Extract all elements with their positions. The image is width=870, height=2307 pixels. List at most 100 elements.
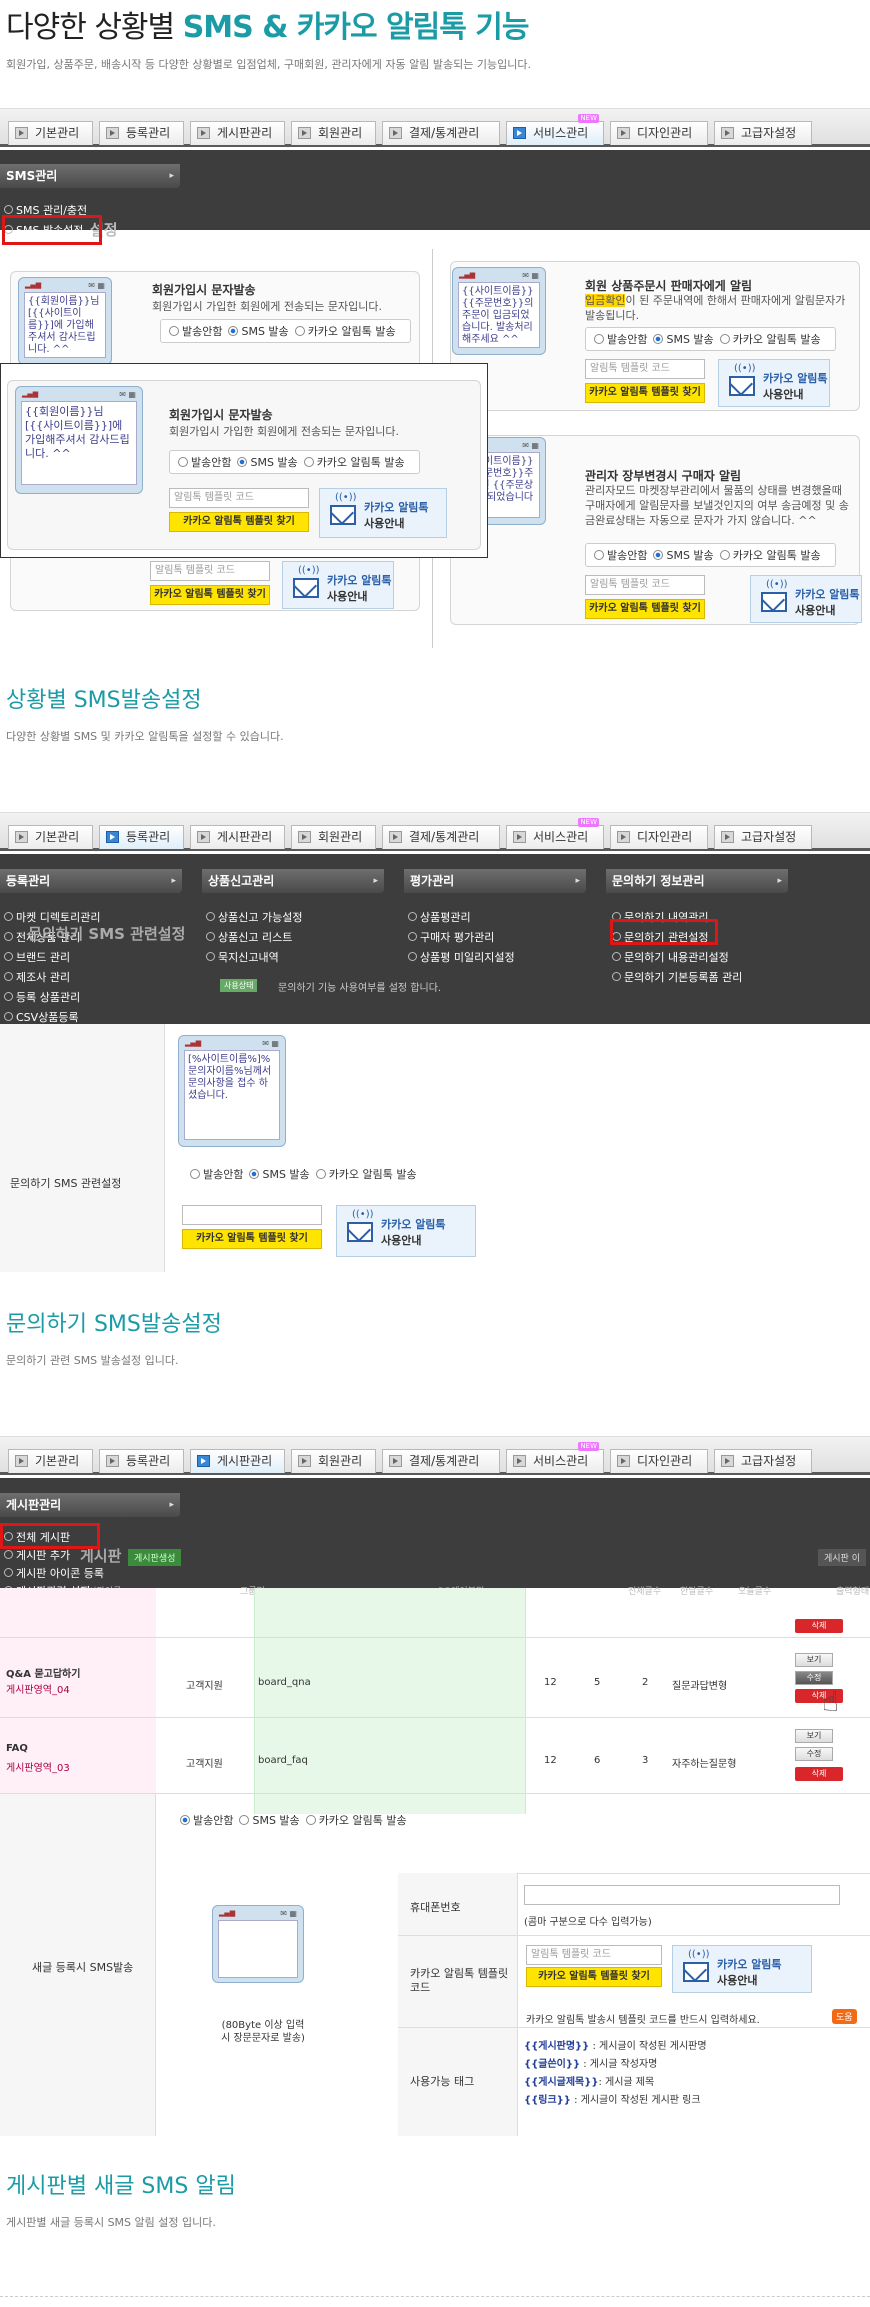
tab-payment-stats[interactable]: 결제/통계관리	[382, 825, 500, 849]
wifi-icon: ((•))	[734, 363, 756, 374]
new-badge: NEW	[578, 114, 599, 123]
template-code-input[interactable]	[182, 1205, 322, 1225]
arrow-icon	[389, 127, 402, 139]
tab-register[interactable]: 등록관리	[99, 825, 184, 849]
highlight-box	[2, 215, 102, 245]
tab-payment-stats[interactable]: 결제/통계관리	[382, 1449, 500, 1473]
tab-board[interactable]: 게시판관리	[190, 1449, 285, 1473]
arrow-icon	[617, 831, 630, 843]
radio-group: 발송안함 SMS 발송 카카오 알림톡 발송	[585, 327, 836, 351]
kakao-guide[interactable]: ((•)) 카카오 알림톡 사용안내	[718, 359, 830, 407]
wifi-icon: ((•))	[766, 579, 788, 590]
new-badge: NEW	[578, 1442, 599, 1451]
arrow-icon	[15, 127, 28, 139]
kakao-guide[interactable]: ((•)) 카카오 알림톡 사용안내	[282, 561, 394, 609]
tab-basic[interactable]: 기본관리	[8, 1449, 93, 1473]
kakao-guide[interactable]: ((•)) 카카오 알림톡 사용안내	[750, 575, 862, 623]
envelope-icon	[293, 578, 319, 598]
message-icon: ✉ ▦	[119, 390, 136, 399]
page-subtitle: 회원가입, 상품주문, 배송시작 등 다양한 상황별로 입점업체, 구매회원, …	[6, 58, 531, 71]
section-caption-sub: 다양한 상황별 SMS 및 카카오 알림톡을 설정할 수 있습니다.	[6, 730, 284, 743]
tab-advanced[interactable]: 고급자설정	[714, 825, 812, 849]
radio-group: 발송안함 SMS 발송 카카오 알림톡 발송	[169, 450, 420, 474]
envelope-icon	[761, 592, 787, 612]
section-caption: 상황별 SMS발송설정	[6, 688, 202, 713]
kakao-guide[interactable]: ((•)) 카카오 알림톡 사용안내	[319, 488, 447, 538]
phone-preview: ▂▄▆ ✉ ▦ {{회원이름}}님 [{{사이트이름}}]에 가입해주셔서 감사드립…	[18, 277, 112, 365]
message-icon: ✉ ▦	[262, 1039, 279, 1048]
arrow-icon	[721, 127, 734, 139]
tab-service[interactable]: 서비스관리 NEW	[506, 114, 604, 145]
row-label: 문의하기 SMS 관련설정	[10, 1177, 122, 1190]
hand-cursor-icon: ☝	[822, 1685, 840, 1718]
tab-member[interactable]: 회원관리	[291, 121, 376, 145]
envelope-icon	[347, 1222, 373, 1242]
tab-service[interactable]: 서비스관리 NEW	[506, 1442, 604, 1473]
wifi-icon: ((•))	[688, 1949, 710, 1960]
radio-group: 발송안함 SMS 발송 카카오 알림톡 발송	[172, 1809, 421, 1831]
tab-design[interactable]: 디자인관리	[610, 1449, 708, 1473]
arrow-icon	[15, 831, 28, 843]
arrow-icon	[106, 831, 119, 843]
tab-design[interactable]: 디자인관리	[610, 121, 708, 145]
phone-preview: ▂▄▆ ✉ ▦ {{회원이름}}님 [{{사이트이름}}]에 가입해주셔서 감사드립…	[15, 386, 143, 494]
phone-preview: ▂▄▆ ✉ ▦ {{사이트이름}}{{주문번호}}의 주문이 입금되었습니다. 발송…	[452, 267, 546, 355]
section-board-sms: 기본관리 등록관리 게시판관리 회원관리 결제/통계관리 서비스관리 NEW 디자…	[0, 1436, 870, 2136]
envelope-icon	[729, 376, 755, 396]
signal-icon: ▂▄▆	[185, 1039, 202, 1047]
arrow-icon	[298, 127, 311, 139]
arrow-icon	[389, 1455, 402, 1467]
tab-bar: 기본관리 등록관리 게시판관리 회원관리 결제/통계관리 서비스관리 NEW 디자…	[0, 1437, 870, 1475]
new-badge: NEW	[578, 818, 599, 827]
arrow-icon	[298, 1455, 311, 1467]
signal-icon: ▂▄▆	[25, 281, 42, 289]
tab-design[interactable]: 디자인관리	[610, 825, 708, 849]
signal-icon: ▂▄▆	[22, 390, 39, 398]
arrow-icon	[197, 1455, 210, 1467]
arrow-icon	[617, 127, 630, 139]
tab-advanced[interactable]: 고급자설정	[714, 121, 812, 145]
arrow-icon	[106, 127, 119, 139]
section-caption: 문의하기 SMS발송설정	[6, 1312, 222, 1337]
section-sms-settings: 기본관리 등록관리 게시판관리 회원관리 결제/통계관리 서비스관리 NEW 디자…	[0, 108, 870, 648]
tab-board[interactable]: 게시판관리	[190, 825, 285, 849]
kakao-guide[interactable]: ((•)) 카카오 알림톡 사용안내	[336, 1205, 476, 1257]
tab-member[interactable]: 회원관리	[291, 1449, 376, 1473]
arrow-icon	[617, 1455, 630, 1467]
arrow-icon	[721, 1455, 734, 1467]
tab-register[interactable]: 등록관리	[99, 121, 184, 145]
arrow-icon	[513, 831, 526, 843]
tab-advanced[interactable]: 고급자설정	[714, 1449, 812, 1473]
tab-payment-stats[interactable]: 결제/통계관리	[382, 121, 500, 145]
signal-icon: ▂▄▆	[459, 271, 476, 279]
kakao-guide[interactable]: ((•)) 카카오 알림톡 사용안내	[672, 1945, 812, 1993]
tab-register[interactable]: 등록관리	[99, 1449, 184, 1473]
message-icon: ✉ ▦	[522, 271, 539, 280]
section-caption: 게시판별 새글 SMS 알림	[6, 2174, 236, 2199]
message-icon: ✉ ▦	[88, 281, 105, 290]
tab-board[interactable]: 게시판관리	[190, 121, 285, 145]
section-caption-sub: 게시판별 새글 등록시 SMS 알림 설정 입니다.	[6, 2216, 216, 2229]
wifi-icon: ((•))	[298, 565, 320, 576]
arrow-icon	[389, 831, 402, 843]
highlight-box	[0, 1523, 100, 1549]
help-badge[interactable]: 도움	[832, 2009, 857, 2024]
arrow-icon	[721, 831, 734, 843]
dropdown-band	[0, 150, 870, 230]
zoom-overlay: ▂▄▆ ✉ ▦ {{회원이름}}님 [{{사이트이름}}]에 가입해주셔서 감사드립…	[0, 363, 488, 558]
page-title: 다양한 상황별 SMS & 카카오 알림톡 기능	[6, 10, 529, 45]
tab-basic[interactable]: 기본관리	[8, 121, 93, 145]
radio-group: 발송안함 SMS 발송 카카오 알림톡 발송	[160, 319, 411, 343]
tab-basic[interactable]: 기본관리	[8, 825, 93, 849]
tab-service[interactable]: 서비스관리 NEW	[506, 818, 604, 849]
menu-head-sms: SMS관리	[0, 164, 180, 188]
arrow-icon	[513, 1455, 526, 1467]
phone-preview: ▂▄▆ ✉ ▦ [%사이트이름%]%문의자이름%님께서 문의사항을 접수 하셨습니다…	[178, 1035, 286, 1147]
tab-member[interactable]: 회원관리	[291, 825, 376, 849]
section-inquiry-sms: 기본관리 등록관리 게시판관리 회원관리 결제/통계관리 서비스관리 NEW 디자…	[0, 812, 870, 1272]
arrow-icon	[513, 127, 526, 139]
mobile-input[interactable]	[524, 1885, 840, 1905]
tab-bar: 기본관리 등록관리 게시판관리 회원관리 결제/통계관리 서비스관리 NEW 디자…	[0, 813, 870, 851]
envelope-icon	[683, 1962, 709, 1982]
tab-bar: 기본관리 등록관리 게시판관리 회원관리 결제/통계관리 서비스관리 NEW 디자…	[0, 109, 870, 147]
